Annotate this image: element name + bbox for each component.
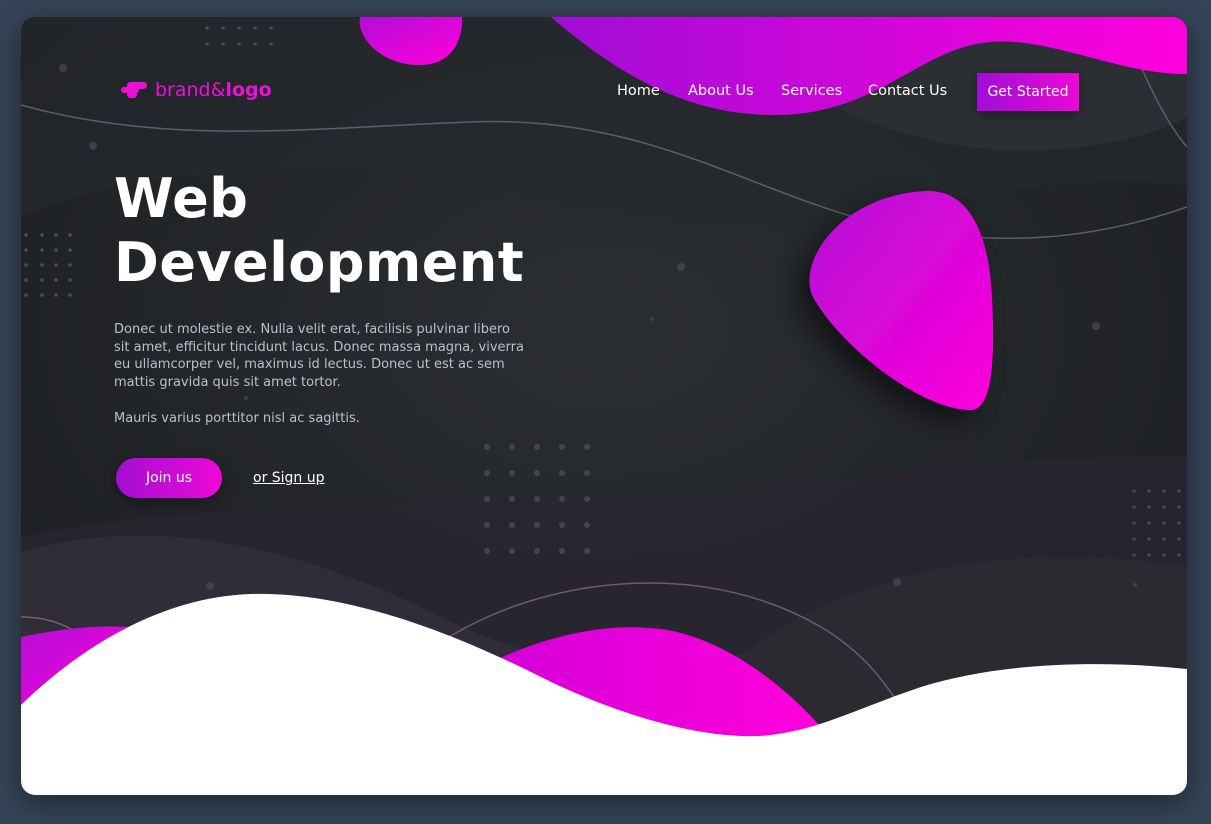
- nav-item-contact-us[interactable]: Contact Us: [868, 83, 947, 99]
- landing-page-frame: brand& logo Home About Us Services Contac…: [21, 17, 1187, 795]
- join-us-button[interactable]: Join us: [116, 458, 222, 498]
- nav-item-services[interactable]: Services: [781, 83, 842, 99]
- hero-title: Web Development: [114, 167, 574, 295]
- get-started-button[interactable]: Get Started: [977, 73, 1079, 111]
- hero-paragraph-2: Mauris varius porttitor nisl ac sagittis…: [114, 411, 360, 426]
- sign-up-link[interactable]: or Sign up: [253, 470, 325, 486]
- nav-item-about-us[interactable]: About Us: [688, 83, 754, 99]
- hero-title-line1: Web: [114, 167, 249, 230]
- hero-paragraph-1: Donec ut molestie ex. Nulla velit erat, …: [114, 322, 524, 390]
- hero-title-line2: Development: [114, 231, 525, 294]
- background-artwork: [21, 17, 1187, 795]
- main-nav: Home About Us Services Contact Us Get St…: [21, 73, 1187, 113]
- nav-item-home[interactable]: Home: [617, 83, 660, 99]
